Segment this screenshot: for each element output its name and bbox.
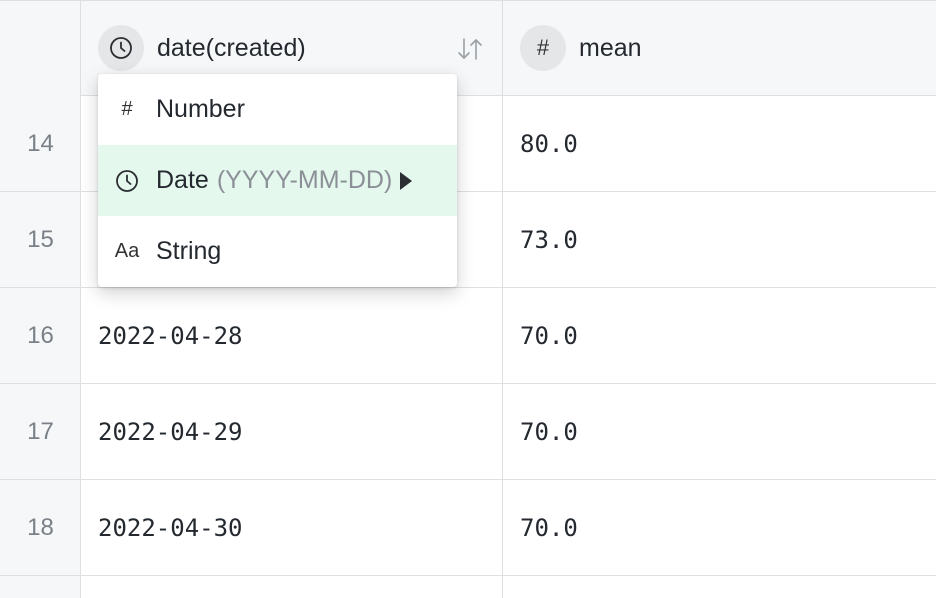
row-index: 15 [27, 225, 54, 253]
menu-item-label: Date [156, 166, 209, 194]
column-header-label: date(created) [157, 33, 306, 62]
date-format-hint: (YYYY-MM-DD) [216, 166, 393, 194]
cell-mean[interactable]: 70.0 [520, 480, 578, 575]
row-index: 16 [27, 321, 54, 349]
menu-item-label: String [156, 237, 222, 265]
clock-icon [116, 169, 138, 192]
clock-icon [110, 37, 132, 59]
cell-date[interactable]: 2022-04-28 [98, 288, 243, 383]
string-type-icon: Aa [114, 240, 140, 262]
sort-icon[interactable] [456, 36, 484, 62]
cell-mean[interactable]: 73.0 [520, 192, 578, 287]
row-index: 14 [27, 129, 54, 157]
cell-mean[interactable]: 70.0 [520, 288, 578, 383]
row-index: 17 [27, 417, 54, 445]
column-type-button[interactable]: # [520, 25, 566, 71]
number-type-icon: # [536, 35, 550, 60]
column-type-button[interactable] [98, 25, 144, 71]
number-type-icon: # [121, 98, 133, 120]
menu-item-date[interactable]: Date (YYYY-MM-DD) [98, 145, 457, 216]
cell-date[interactable]: 2022-04-29 [98, 384, 243, 479]
menu-item-number[interactable]: # Number [98, 74, 457, 145]
table-row: 16 2022-04-28 70.0 [0, 288, 936, 384]
column-type-menu: # Number Date (YYYY-MM-DD) Aa String [98, 74, 457, 287]
menu-item-string[interactable]: Aa String [98, 216, 457, 287]
submenu-arrow-icon[interactable] [400, 171, 413, 190]
cell-mean[interactable]: 70.0 [520, 384, 578, 479]
cell-mean[interactable]: 80.0 [520, 96, 578, 191]
data-grid: date(created) # mean 14 80.0 15 73.0 16 … [0, 0, 936, 598]
row-index: 18 [27, 513, 54, 541]
cell-date[interactable]: 2022-04-30 [98, 480, 243, 575]
table-row: 18 2022-04-30 70.0 [0, 480, 936, 576]
menu-item-label: Number [156, 95, 245, 123]
table-row: 17 2022-04-29 70.0 [0, 384, 936, 480]
column-header-mean[interactable]: # mean [520, 0, 936, 96]
column-header-label: mean [579, 33, 642, 62]
